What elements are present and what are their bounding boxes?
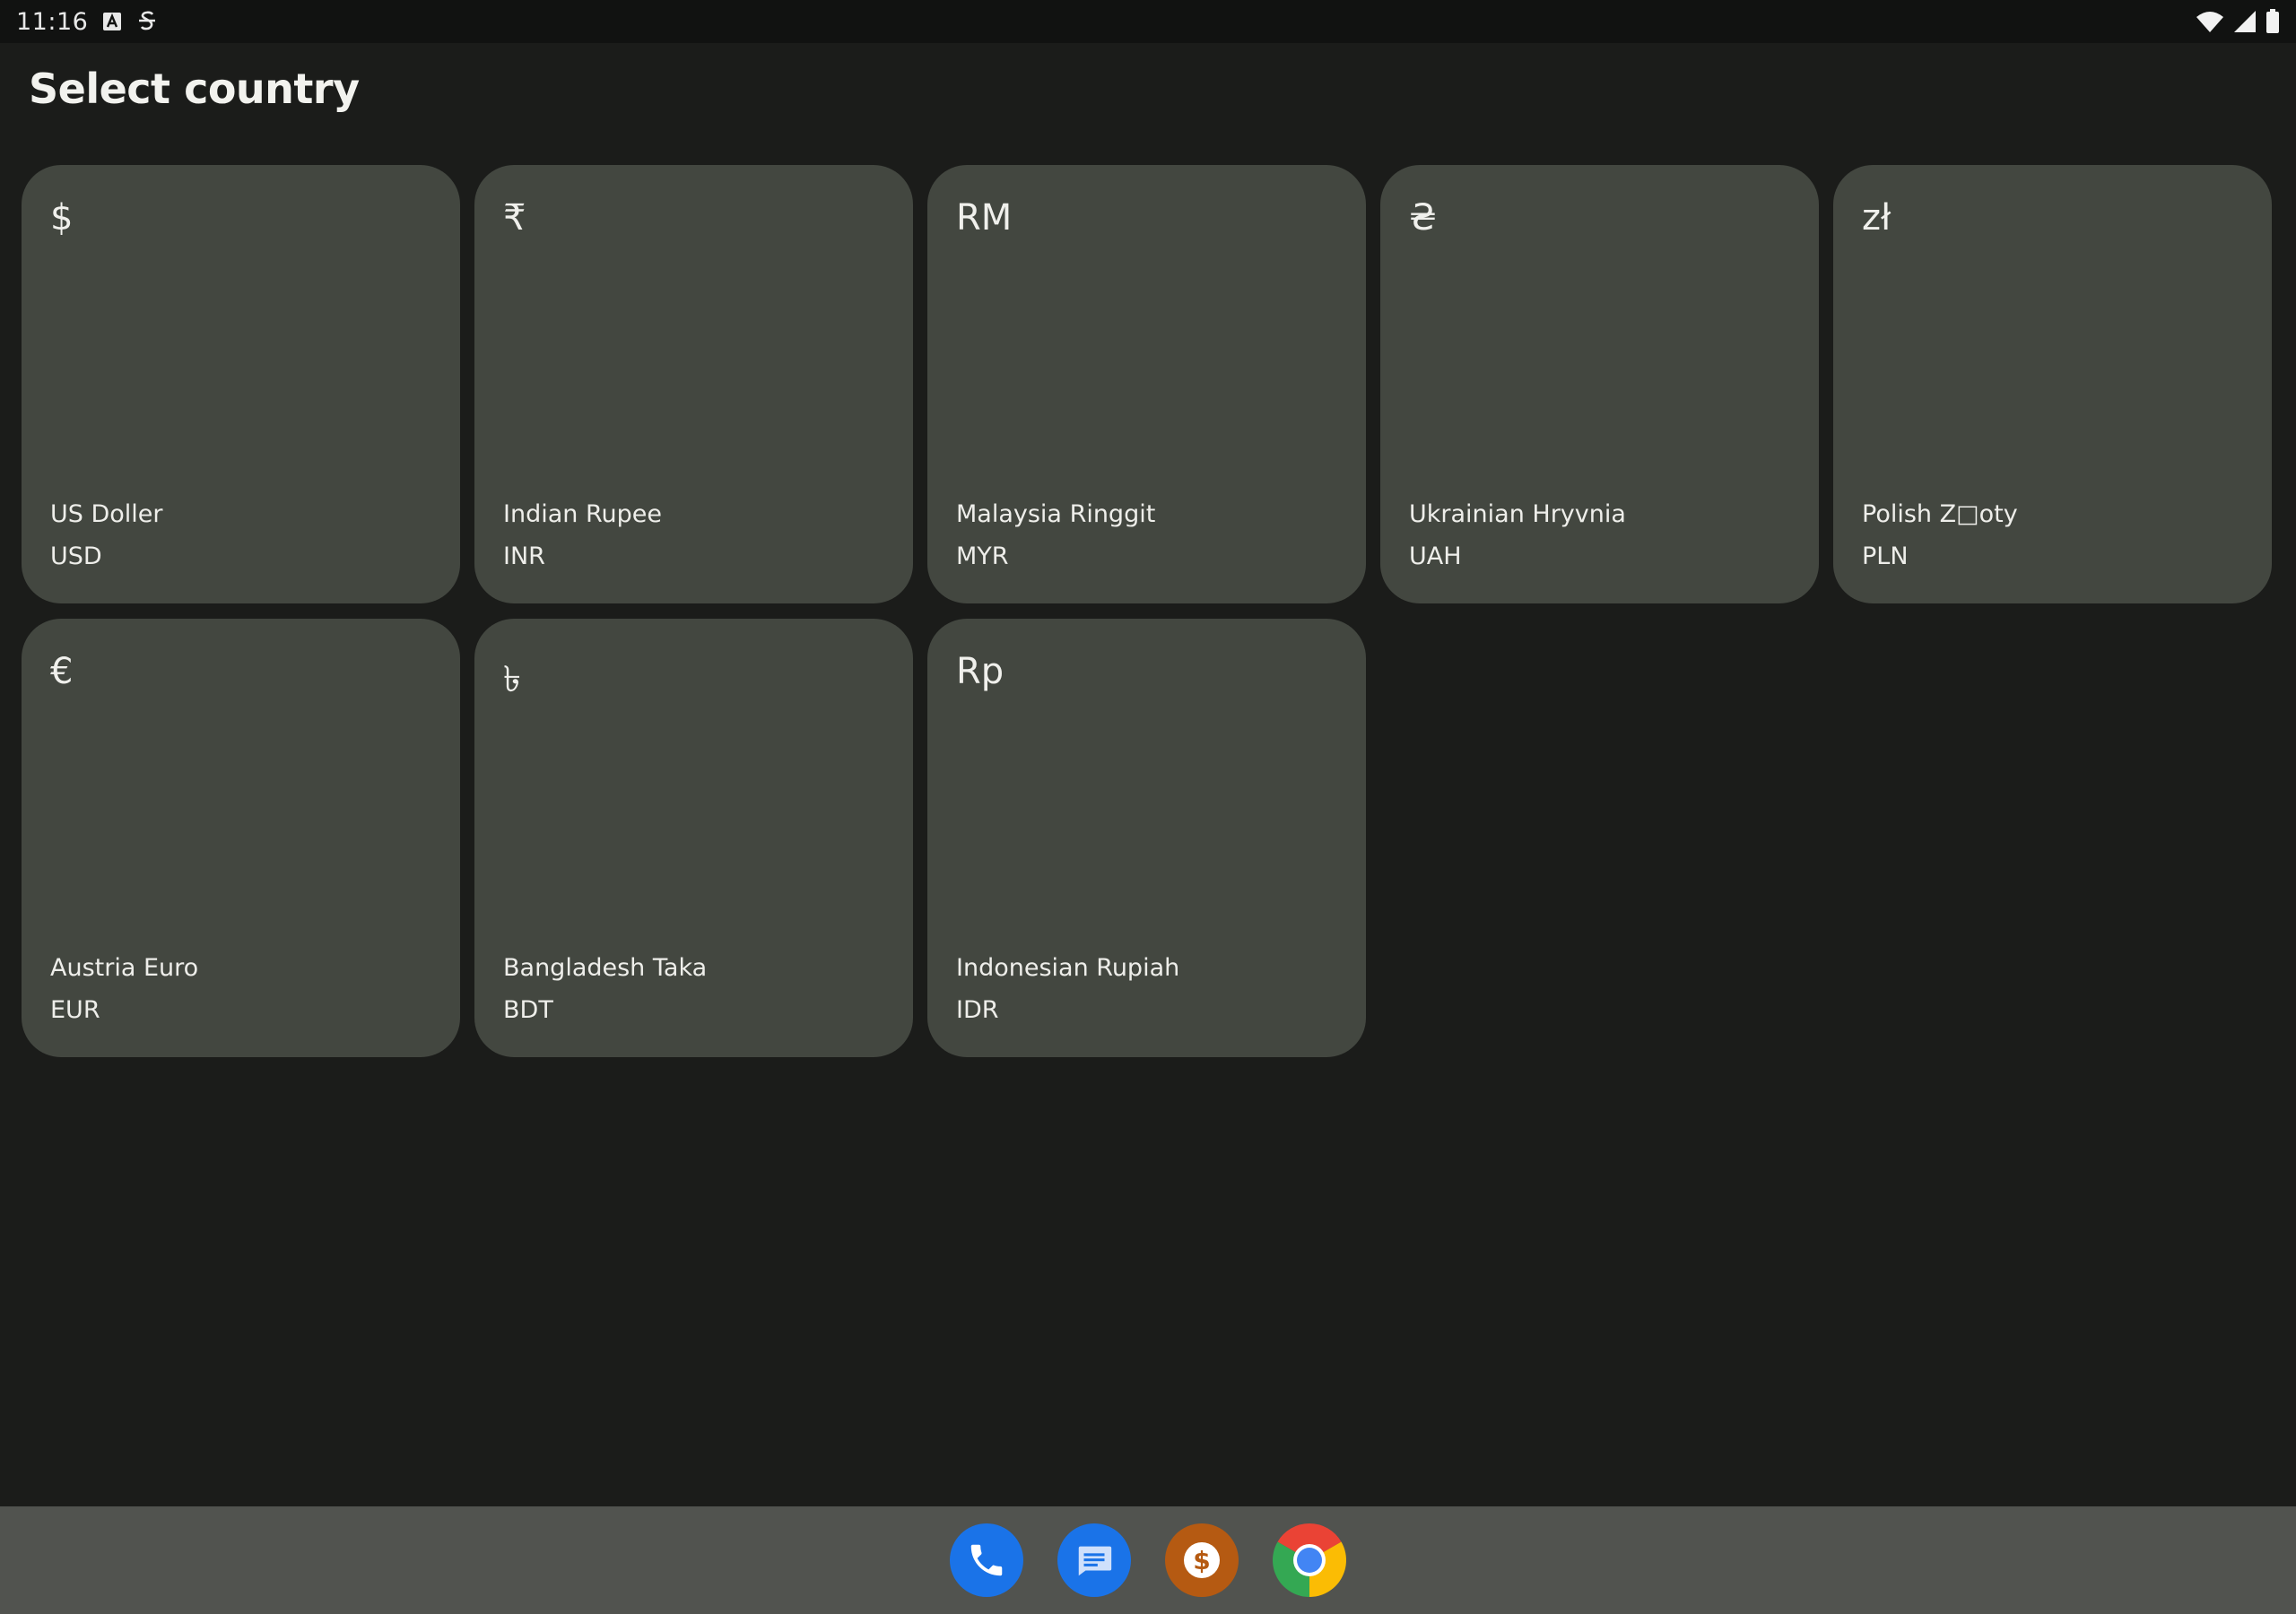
taskbar: $ xyxy=(0,1506,2296,1614)
currency-name: Ukrainian Hryvnia xyxy=(1409,500,1626,528)
currency-code: IDR xyxy=(956,996,999,1024)
currency-code: UAH xyxy=(1409,542,1462,570)
svg-text:$: $ xyxy=(1193,1546,1210,1575)
currency-card-usd[interactable]: $ US Doller USD xyxy=(22,165,460,603)
currency-name: Austria Euro xyxy=(50,954,199,982)
currency-name: Indian Rupee xyxy=(503,500,662,528)
currency-symbol: $ xyxy=(50,197,74,239)
status-bar: 11:16 xyxy=(0,0,2296,43)
currency-name: Polish Z□oty xyxy=(1862,500,2018,528)
currency-card-idr[interactable]: Rp Indonesian Rupiah IDR xyxy=(927,619,1366,1057)
page-title: Select country xyxy=(29,65,360,113)
currency-symbol: ₴ xyxy=(1409,197,1437,239)
currency-app-icon[interactable]: $ xyxy=(1165,1523,1239,1597)
currency-symbol: € xyxy=(50,651,74,692)
currency-symbol: RM xyxy=(956,197,1013,239)
signal-icon xyxy=(2233,10,2257,33)
currency-name: Bangladesh Taka xyxy=(503,954,708,982)
currency-card-pln[interactable]: zł Polish Z□oty PLN xyxy=(1833,165,2272,603)
chrome-app-icon[interactable] xyxy=(1273,1523,1346,1597)
currency-card-inr[interactable]: ₹ Indian Rupee INR xyxy=(474,165,913,603)
currency-symbol: ৳ xyxy=(503,659,521,700)
screen: 11:16 Select country $ US Doller USD ₹ I… xyxy=(0,0,2296,1614)
currency-code: MYR xyxy=(956,542,1009,570)
currency-card-bdt[interactable]: ৳ Bangladesh Taka BDT xyxy=(474,619,913,1057)
status-time: 11:16 xyxy=(16,7,89,36)
currency-name: US Doller xyxy=(50,500,163,528)
currency-card-myr[interactable]: RM Malaysia Ringgit MYR xyxy=(927,165,1366,603)
battery-icon xyxy=(2266,9,2280,34)
messages-app-icon[interactable] xyxy=(1057,1523,1131,1597)
currency-symbol: ₹ xyxy=(503,197,526,239)
currency-code: INR xyxy=(503,542,545,570)
currency-symbol: Rp xyxy=(956,651,1004,692)
wifi-icon xyxy=(2196,10,2224,33)
currency-card-uah[interactable]: ₴ Ukrainian Hryvnia UAH xyxy=(1380,165,1819,603)
currency-code: EUR xyxy=(50,996,100,1024)
currency-code: USD xyxy=(50,542,102,570)
currency-code: BDT xyxy=(503,996,553,1024)
currency-card-eur[interactable]: € Austria Euro EUR xyxy=(22,619,460,1057)
currency-code: PLN xyxy=(1862,542,1909,570)
s-notification-icon xyxy=(136,9,158,34)
currency-name: Malaysia Ringgit xyxy=(956,500,1156,528)
status-right xyxy=(2196,9,2280,34)
currency-name: Indonesian Rupiah xyxy=(956,954,1180,982)
a-notification-icon xyxy=(102,12,122,31)
status-left: 11:16 xyxy=(16,8,158,36)
phone-app-icon[interactable] xyxy=(950,1523,1023,1597)
currency-grid: $ US Doller USD ₹ Indian Rupee INR RM Ma… xyxy=(22,165,2274,1057)
currency-symbol: zł xyxy=(1862,197,1892,239)
